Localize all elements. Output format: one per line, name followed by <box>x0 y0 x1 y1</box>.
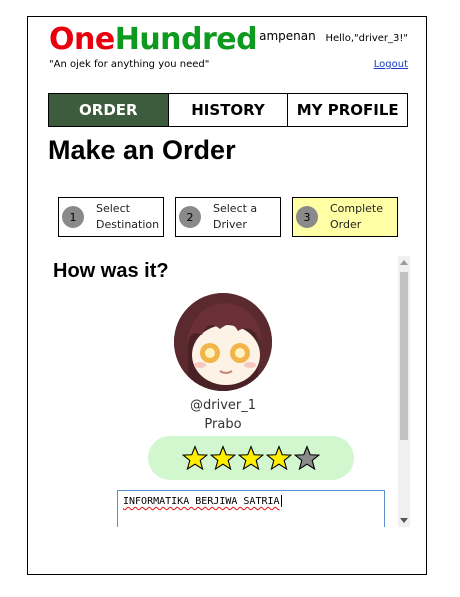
driver-name: Prabo <box>204 417 242 432</box>
app-logo: OneHundred ampenan <box>49 23 316 57</box>
scroll-up-arrow-icon[interactable] <box>400 260 408 265</box>
user-greeting: Hello,"driver_3!" <box>325 33 408 44</box>
tagline: "An ojek for anything you need" <box>49 59 210 70</box>
tab-history[interactable]: HISTORY <box>169 94 289 126</box>
tab-my-profile[interactable]: MY PROFILE <box>288 94 407 126</box>
step-select-driver: 2 Select a Driver <box>175 197 281 237</box>
comment-text: INFORMATIKA BERJIWA SATRIA <box>123 496 280 507</box>
driver-avatar <box>174 293 272 391</box>
step-complete-order: 3 Complete Order <box>292 197 398 237</box>
step-label: Select a Driver <box>213 202 258 231</box>
step-number: 3 <box>296 206 318 228</box>
app-frame: OneHundred ampenan "An ojek for anything … <box>27 16 427 575</box>
step-number: 1 <box>62 206 84 228</box>
comment-textarea[interactable]: INFORMATIKA BERJIWA SATRIA <box>117 490 385 527</box>
panel-scrollbar[interactable] <box>398 256 410 527</box>
page-title: Make an Order <box>48 135 236 165</box>
star-icon-1[interactable] <box>182 445 208 471</box>
star-icon-3[interactable] <box>238 445 264 471</box>
star-icon-2[interactable] <box>210 445 236 471</box>
text-caret <box>280 495 282 507</box>
step-label: Complete Order <box>330 202 384 231</box>
logo-hundred: Hundred <box>114 22 258 57</box>
star-icon-4[interactable] <box>266 445 292 471</box>
step-number: 2 <box>179 206 201 228</box>
tab-order[interactable]: ORDER <box>49 94 169 126</box>
logo-one: One <box>49 22 115 57</box>
main-nav: ORDER HISTORY MY PROFILE <box>48 93 408 127</box>
star-icon-5[interactable] <box>294 445 320 471</box>
step-select-destination: 1 Select Destination <box>58 197 164 237</box>
scroll-thumb[interactable] <box>400 272 408 440</box>
logo-superscript: ampenan <box>259 29 316 43</box>
step-label: Select Destination <box>96 202 160 231</box>
logout-link[interactable]: Logout <box>374 59 408 70</box>
scroll-down-arrow-icon[interactable] <box>400 518 408 523</box>
driver-username: @driver_1 <box>189 398 256 413</box>
review-title: How was it? <box>53 260 169 282</box>
star-rating[interactable] <box>148 436 354 480</box>
review-panel[interactable]: How was it? @driver_1 Prabo INFORMATIKA … <box>48 256 410 527</box>
